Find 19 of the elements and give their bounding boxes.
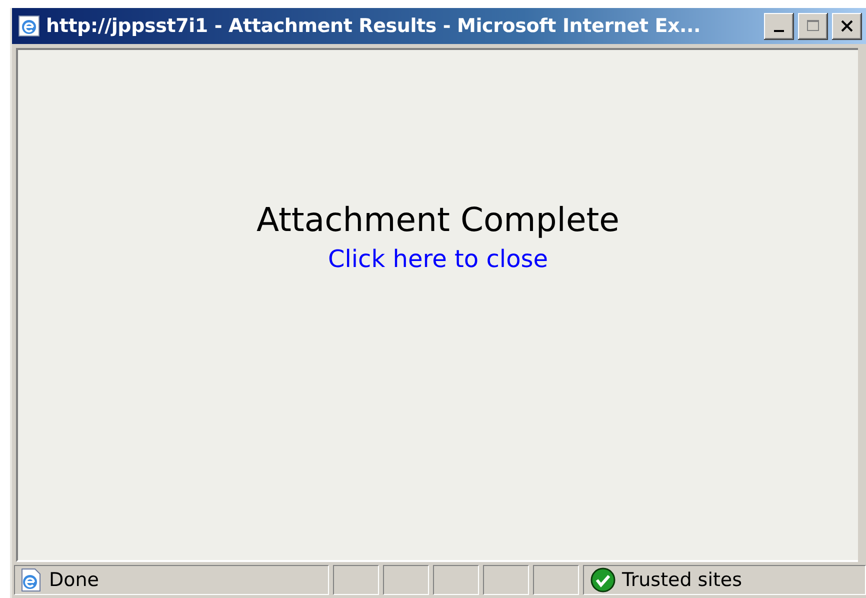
minimize-button[interactable] [764, 12, 794, 40]
status-panel [433, 565, 479, 595]
status-panel [383, 565, 429, 595]
status-text: Done [49, 569, 99, 591]
maximize-button[interactable] [798, 12, 828, 40]
status-panel [483, 565, 529, 595]
page-icon [19, 567, 43, 593]
check-icon [590, 567, 616, 593]
status-panel [533, 565, 579, 595]
close-button[interactable] [832, 12, 862, 40]
browser-icon [16, 13, 42, 39]
page-heading: Attachment Complete [256, 200, 620, 239]
close-icon [840, 19, 854, 33]
close-link[interactable]: Click here to close [328, 245, 548, 273]
window-title: http://jppsst7i1 - Attachment Results - Microsoft Internet Ex... [46, 15, 702, 37]
status-panel [333, 565, 379, 595]
zone-text: Trusted sites [622, 569, 742, 591]
maximize-icon [806, 19, 820, 33]
minimize-icon [774, 30, 784, 32]
